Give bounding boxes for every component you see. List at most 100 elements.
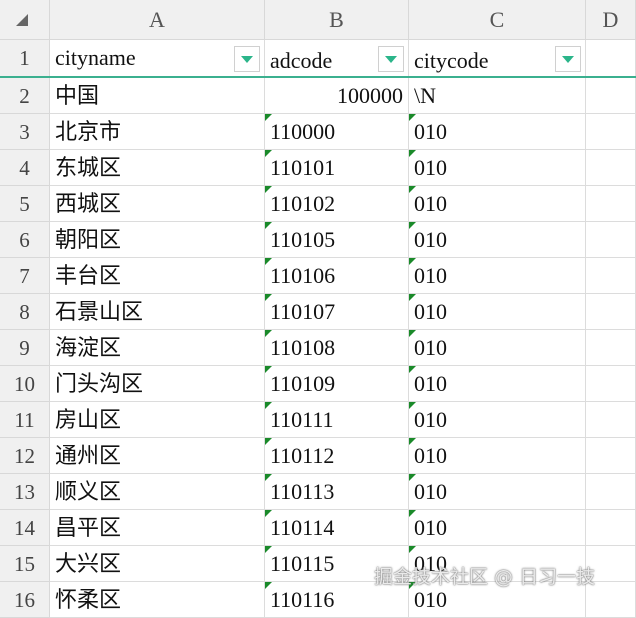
filter-header-cell[interactable] — [586, 40, 636, 77]
filter-header-cell[interactable]: cityname — [50, 40, 265, 77]
table-cell[interactable]: 丰台区 — [50, 258, 265, 294]
number-as-text-indicator-icon — [265, 366, 272, 373]
column-header-a[interactable]: A — [50, 0, 265, 40]
cell-value: 010 — [414, 479, 447, 504]
table-cell[interactable]: 海淀区 — [50, 330, 265, 366]
table-cell[interactable]: 010 — [409, 330, 586, 366]
table-cell[interactable]: 010 — [409, 510, 586, 546]
table-cell[interactable]: 北京市 — [50, 114, 265, 150]
table-cell[interactable]: 110102 — [265, 186, 409, 222]
table-cell[interactable]: 010 — [409, 222, 586, 258]
cell-value: 010 — [414, 443, 447, 468]
row-header[interactable]: 9 — [0, 330, 50, 366]
table-cell[interactable]: 石景山区 — [50, 294, 265, 330]
row-header[interactable]: 8 — [0, 294, 50, 330]
row-header[interactable]: 3 — [0, 114, 50, 150]
table-cell[interactable] — [586, 438, 636, 474]
row-header[interactable]: 4 — [0, 150, 50, 186]
row-header[interactable]: 6 — [0, 222, 50, 258]
table-cell[interactable]: 110107 — [265, 294, 409, 330]
table-cell[interactable]: 门头沟区 — [50, 366, 265, 402]
table-cell[interactable]: 110114 — [265, 510, 409, 546]
column-header-c[interactable]: C — [409, 0, 586, 40]
table-cell[interactable] — [586, 402, 636, 438]
number-as-text-indicator-icon — [265, 258, 272, 265]
table-cell[interactable]: 大兴区 — [50, 546, 265, 582]
table-cell[interactable]: 顺义区 — [50, 474, 265, 510]
table-cell[interactable] — [586, 294, 636, 330]
row-header[interactable]: 7 — [0, 258, 50, 294]
table-cell[interactable]: 110105 — [265, 222, 409, 258]
filter-dropdown-button[interactable] — [555, 46, 581, 72]
cell-value: 西城区 — [55, 191, 122, 216]
table-cell[interactable]: 110106 — [265, 258, 409, 294]
table-cell[interactable]: 010 — [409, 186, 586, 222]
table-cell[interactable]: 通州区 — [50, 438, 265, 474]
table-cell[interactable]: 怀柔区 — [50, 582, 265, 618]
select-all-corner[interactable] — [0, 0, 50, 40]
table-cell[interactable]: 010 — [409, 150, 586, 186]
cell-value: 110105 — [270, 227, 336, 252]
row-header[interactable]: 2 — [0, 78, 50, 114]
table-cell[interactable] — [586, 366, 636, 402]
cell-value: 昌平区 — [55, 515, 122, 540]
row-header[interactable]: 13 — [0, 474, 50, 510]
table-cell[interactable]: 100000 — [265, 78, 409, 114]
table-cell[interactable]: 010 — [409, 258, 586, 294]
table-cell[interactable]: 110109 — [265, 366, 409, 402]
table-cell[interactable] — [586, 510, 636, 546]
cell-value: \N — [414, 83, 436, 108]
table-cell[interactable]: 110101 — [265, 150, 409, 186]
table-cell[interactable]: 010 — [409, 474, 586, 510]
table-cell[interactable]: 110108 — [265, 330, 409, 366]
table-cell[interactable]: 东城区 — [50, 150, 265, 186]
table-cell[interactable]: 010 — [409, 114, 586, 150]
number-as-text-indicator-icon — [265, 186, 272, 193]
row-header[interactable]: 14 — [0, 510, 50, 546]
cell-value: 110108 — [270, 335, 336, 360]
table-cell[interactable] — [586, 222, 636, 258]
table-cell[interactable]: 010 — [409, 294, 586, 330]
cell-value: 110116 — [270, 587, 335, 612]
table-cell[interactable] — [586, 78, 636, 114]
column-header-b[interactable]: B — [265, 0, 409, 40]
cell-value: 110106 — [270, 263, 336, 288]
table-cell[interactable] — [586, 330, 636, 366]
table-cell[interactable]: 010 — [409, 438, 586, 474]
cell-value: 110114 — [270, 515, 335, 540]
table-cell[interactable]: 110113 — [265, 474, 409, 510]
table-cell[interactable] — [586, 186, 636, 222]
table-cell[interactable]: 昌平区 — [50, 510, 265, 546]
row-header[interactable]: 10 — [0, 366, 50, 402]
column-header-d[interactable]: D — [586, 0, 636, 40]
row-header[interactable]: 16 — [0, 582, 50, 618]
table-cell[interactable] — [586, 474, 636, 510]
table-cell[interactable]: 西城区 — [50, 186, 265, 222]
table-cell[interactable]: 010 — [409, 402, 586, 438]
filter-dropdown-button[interactable] — [234, 46, 260, 72]
table-cell[interactable] — [586, 114, 636, 150]
table-cell[interactable] — [586, 150, 636, 186]
table-cell[interactable]: \N — [409, 78, 586, 114]
number-as-text-indicator-icon — [265, 150, 272, 157]
table-cell[interactable]: 010 — [409, 366, 586, 402]
row-header[interactable]: 15 — [0, 546, 50, 582]
filter-dropdown-button[interactable] — [378, 46, 404, 72]
row-header[interactable]: 12 — [0, 438, 50, 474]
filter-header-cell[interactable]: citycode — [409, 40, 586, 77]
row-header[interactable]: 5 — [0, 186, 50, 222]
row-header[interactable]: 1 — [0, 40, 50, 77]
table-cell[interactable]: 房山区 — [50, 402, 265, 438]
cell-value: 110112 — [270, 443, 335, 468]
cell-value: 010 — [414, 227, 447, 252]
row-header[interactable]: 11 — [0, 402, 50, 438]
table-cell[interactable]: 110112 — [265, 438, 409, 474]
table-cell[interactable]: 中国 — [50, 78, 265, 114]
number-as-text-indicator-icon — [409, 474, 416, 481]
table-cell[interactable]: 110111 — [265, 402, 409, 438]
cell-value: 房山区 — [55, 407, 122, 432]
table-cell[interactable]: 朝阳区 — [50, 222, 265, 258]
filter-header-cell[interactable]: adcode — [265, 40, 409, 77]
table-cell[interactable] — [586, 258, 636, 294]
table-cell[interactable]: 110000 — [265, 114, 409, 150]
